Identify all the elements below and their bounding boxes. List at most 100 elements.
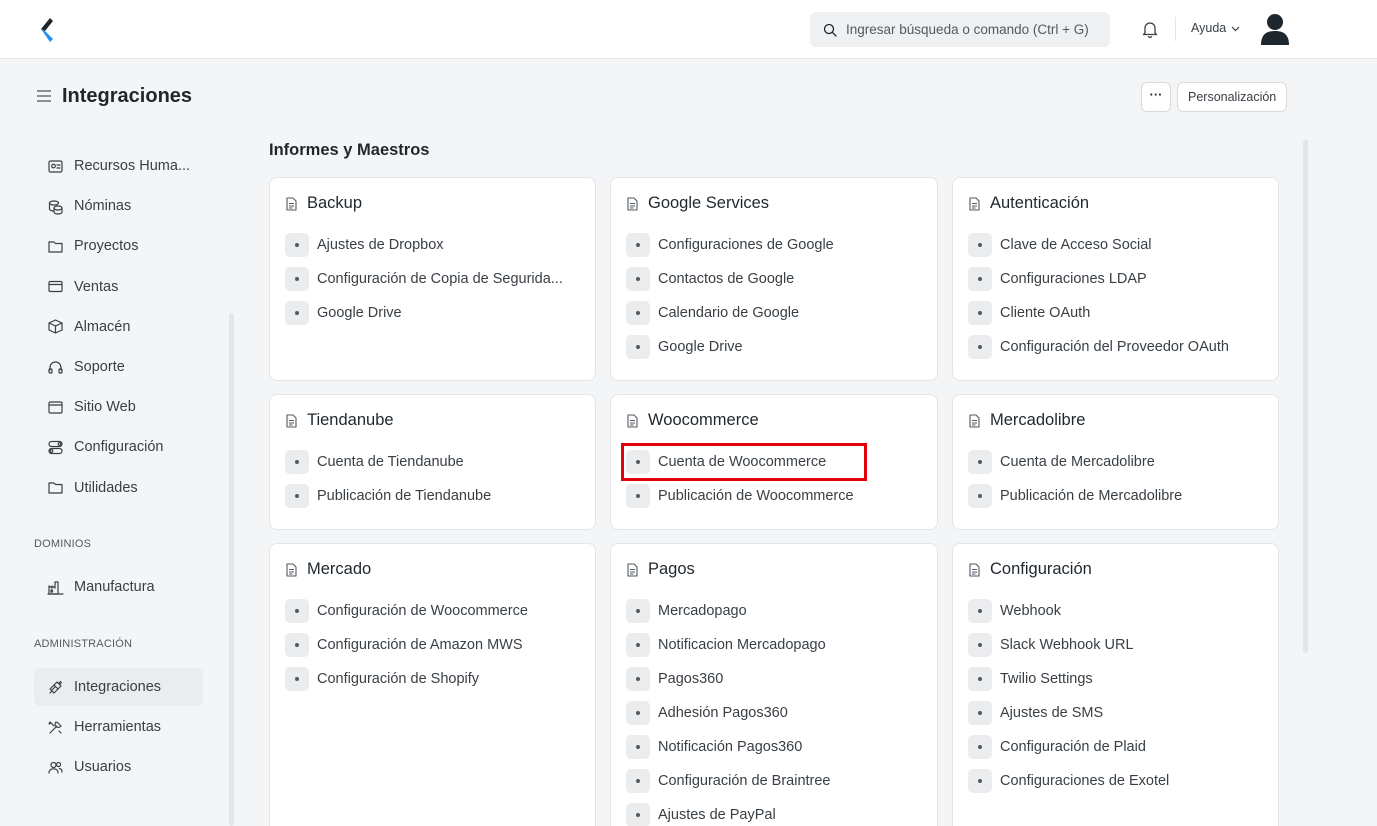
card-link[interactable]: Pagos360 — [626, 667, 723, 691]
card-link[interactable]: Mercadopago — [626, 599, 747, 623]
sidebar-item-nominas[interactable]: Nóminas — [34, 187, 203, 225]
sidebar-heading-domains: DOMINIOS — [34, 538, 92, 550]
document-icon — [627, 413, 638, 428]
card-link[interactable]: Configuración de Plaid — [968, 735, 1146, 759]
card-link[interactable]: Configuración del Proveedor OAuth — [968, 335, 1229, 359]
card-link[interactable]: Configuraciones de Exotel — [968, 769, 1169, 793]
card-link-label: Google Drive — [317, 305, 402, 321]
card-link[interactable]: Twilio Settings — [968, 667, 1093, 691]
bullet-icon — [626, 769, 650, 793]
app-logo-icon[interactable] — [36, 16, 58, 44]
card-link-label: Configuraciones LDAP — [1000, 271, 1147, 287]
card-link[interactable]: Notificacion Mercadopago — [626, 633, 826, 657]
card-link[interactable]: Ajustes de Dropbox — [285, 233, 444, 257]
card-link-label: Publicación de Tiendanube — [317, 488, 492, 504]
sidebar-item-sitio-web[interactable]: Sitio Web — [34, 388, 203, 426]
top-navbar: Ingresar búsqueda o comando (Ctrl + G) A… — [0, 0, 1377, 59]
card-title: Mercado — [307, 560, 372, 578]
sidebar-item-label: Ventas — [74, 278, 119, 295]
bullet-icon — [968, 301, 992, 325]
card-link[interactable]: Configuración de Woocommerce — [285, 599, 528, 623]
card-link-label: Notificacion Mercadopago — [658, 637, 826, 653]
bullet-icon — [968, 335, 992, 359]
sidebar-item-proyectos[interactable]: Proyectos — [34, 227, 203, 265]
card-link[interactable]: Cuenta de Mercadolibre — [968, 450, 1155, 474]
avatar[interactable] — [1259, 12, 1291, 46]
help-dropdown[interactable]: Ayuda — [1191, 21, 1240, 35]
card-link-label: Slack Webhook URL — [1000, 637, 1134, 653]
sidebar-item-soporte[interactable]: Soporte — [34, 348, 203, 386]
sidebar-item-recursos-huma[interactable]: Recursos Huma... — [34, 147, 203, 185]
card-link-label: Calendario de Google — [658, 305, 800, 321]
card-link[interactable]: Calendario de Google — [626, 301, 799, 325]
card-link[interactable]: Configuraciones LDAP — [968, 267, 1147, 291]
document-icon — [969, 562, 980, 577]
card-link[interactable]: Adhesión Pagos360 — [626, 701, 788, 725]
notification-bell-icon[interactable] — [1140, 19, 1160, 39]
bullet-icon — [626, 599, 650, 623]
highlight-box — [621, 443, 867, 481]
bullet-icon — [968, 701, 992, 725]
card-link[interactable]: Notificación Pagos360 — [626, 735, 802, 759]
sidebar-item-herramientas[interactable]: Herramientas — [34, 708, 203, 746]
customize-button[interactable]: Personalización — [1177, 82, 1288, 112]
sidebar-heading-admin: ADMINISTRACIÓN — [34, 638, 133, 650]
card-link[interactable]: Cuenta de Tiendanube — [285, 450, 464, 474]
card-header: Autenticación — [968, 194, 1089, 213]
page-title: Integraciones — [62, 85, 193, 107]
card-header: Tiendanube — [285, 411, 394, 430]
card-link-label: Google Drive — [658, 339, 743, 355]
card-link[interactable]: Google Drive — [285, 301, 402, 325]
users-icon — [48, 761, 63, 774]
sidebar-item-usuarios[interactable]: Usuarios — [34, 748, 203, 786]
sidebar-item-ventas[interactable]: Ventas — [34, 268, 203, 306]
sidebar-item-manufactura[interactable]: Manufactura — [34, 568, 203, 606]
card-link[interactable]: Publicación de Woocommerce — [626, 484, 854, 508]
card-link[interactable]: Ajustes de PayPal — [626, 803, 776, 826]
card-link[interactable]: Configuración de Braintree — [626, 769, 831, 793]
bullet-icon — [626, 301, 650, 325]
sidebar-item-configuracion[interactable]: Configuración — [34, 428, 203, 466]
card-header: Woocommerce — [626, 411, 759, 430]
sidebar-item-utilidades[interactable]: Utilidades — [34, 469, 203, 507]
card-link-label: Configuración de Plaid — [1000, 739, 1146, 755]
bullet-icon — [285, 301, 309, 325]
sidebar-item-label: Proyectos — [74, 238, 139, 255]
card-icon — [48, 280, 63, 293]
card-link[interactable]: Clave de Acceso Social — [968, 233, 1152, 257]
menu-toggle-icon[interactable] — [37, 90, 51, 102]
sidebar-item-almacen[interactable]: Almacén — [34, 308, 203, 346]
main-scrollbar[interactable] — [1303, 140, 1308, 653]
card-link-label: Webhook — [1000, 603, 1061, 619]
card-link[interactable]: Slack Webhook URL — [968, 633, 1134, 657]
card-title: Pagos — [648, 560, 695, 578]
card-link[interactable]: Configuración de Amazon MWS — [285, 633, 523, 657]
search-placeholder: Ingresar búsqueda o comando (Ctrl + G) — [846, 22, 1089, 37]
card-link[interactable]: Webhook — [968, 599, 1061, 623]
card-link[interactable]: Ajustes de SMS — [968, 701, 1103, 725]
card-link[interactable]: Google Drive — [626, 335, 743, 359]
more-options-button[interactable]: ··· — [1141, 82, 1171, 112]
card-header: Google Services — [626, 194, 769, 213]
card-link-label: Configuración de Shopify — [317, 671, 480, 687]
coins-icon — [48, 200, 63, 215]
card-link[interactable]: Publicación de Mercadolibre — [968, 484, 1182, 508]
card-link[interactable]: Configuración de Shopify — [285, 667, 479, 691]
card-link-label: Configuraciones de Exotel — [1000, 773, 1170, 789]
card-link[interactable]: Cliente OAuth — [968, 301, 1090, 325]
sidebar-scrollbar[interactable] — [229, 313, 234, 826]
card-link[interactable]: Publicación de Tiendanube — [285, 484, 491, 508]
card-link[interactable]: Contactos de Google — [626, 267, 794, 291]
card-link[interactable]: Configuración de Copia de Segurida... — [285, 267, 563, 291]
search-bar[interactable]: Ingresar búsqueda o comando (Ctrl + G) — [810, 12, 1110, 47]
document-icon — [969, 413, 980, 428]
card-link[interactable]: Configuraciones de Google — [626, 233, 834, 257]
id-card-icon — [48, 159, 63, 173]
card-tiendanube: Tiendanube Cuenta de Tiendanube Publicació… — [269, 394, 596, 530]
card-google-services: Google Services Configuraciones de Google… — [610, 177, 938, 381]
sidebar-item-integraciones[interactable]: Integraciones — [34, 668, 203, 706]
bullet-icon — [626, 335, 650, 359]
document-icon — [627, 196, 638, 211]
card-configuracion: Configuración Webhook Slack Webhook URL Twi… — [952, 543, 1279, 826]
document-icon — [286, 562, 297, 577]
